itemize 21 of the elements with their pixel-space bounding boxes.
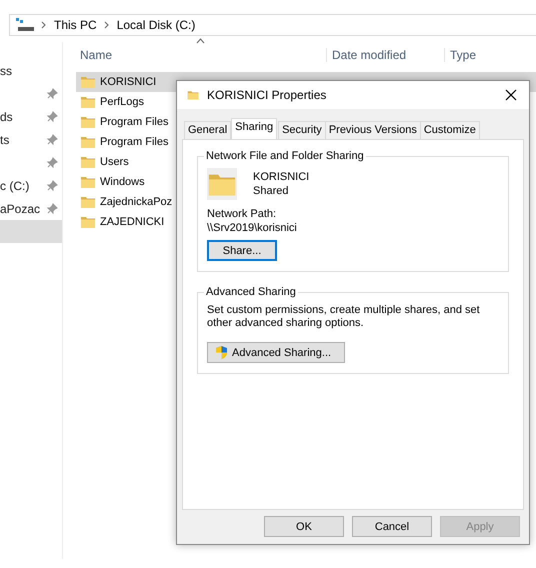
file-name: Program Files [100, 136, 168, 148]
folder-name: KORISNICI [253, 171, 310, 183]
file-name: PerfLogs [100, 96, 144, 108]
file-name: Users [100, 156, 129, 168]
file-name: ZAJEDNICKI [100, 216, 164, 228]
file-name: Windows [100, 176, 145, 188]
nav-label: aPozac [0, 202, 40, 216]
path-label: Network Path: [207, 208, 278, 220]
file-name: Program Files [100, 116, 168, 128]
nav-label: ts [0, 132, 10, 146]
nav-label: ss [0, 64, 12, 78]
group-title: Network File and Folder Sharing [205, 150, 365, 162]
share-status: Shared [253, 185, 290, 197]
nav-label: ds [0, 110, 13, 124]
group-title: Advanced Sharing [205, 286, 297, 298]
description: Set custom permissions, create multiple shares, and set other advanced sharing options. [207, 304, 481, 330]
network-path: \\Srv2019\korisnici [207, 222, 298, 234]
file-name: KORISNICI [100, 76, 156, 88]
nav-label: c (C:) [0, 178, 30, 192]
window-title: KORISNICI Properties [207, 88, 328, 102]
file-name: ZajednickaPoz [100, 196, 172, 208]
